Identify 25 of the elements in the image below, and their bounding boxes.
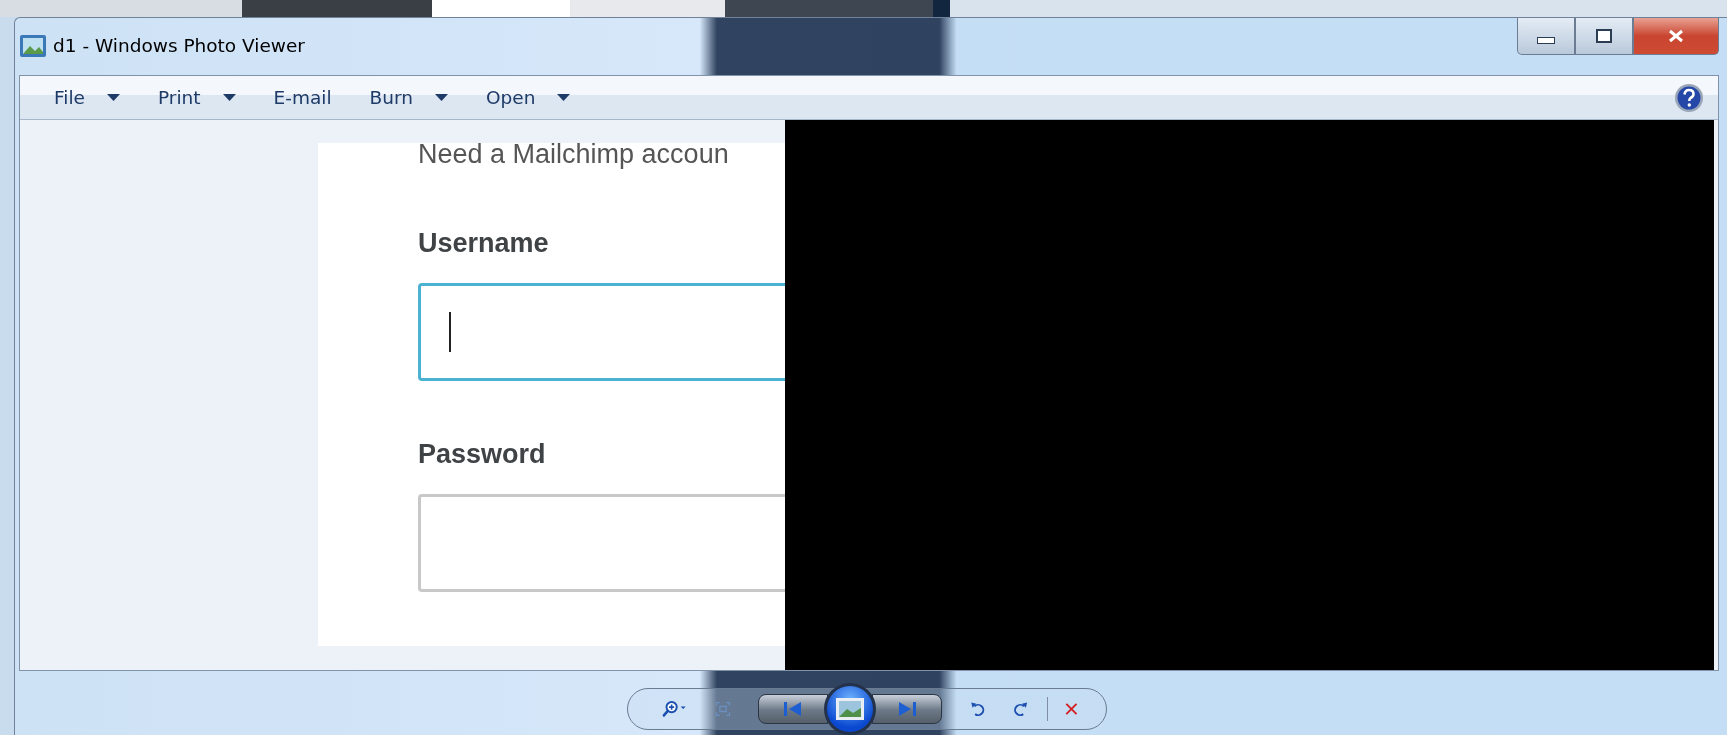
menu-item[interactable]: Burn xyxy=(369,87,448,108)
previous-icon xyxy=(782,701,803,717)
close-button[interactable] xyxy=(1633,18,1719,55)
previous-button[interactable] xyxy=(757,694,828,724)
photo-viewer-icon xyxy=(19,33,47,58)
menu-item[interactable]: Open xyxy=(486,87,571,108)
field-label: Username xyxy=(418,228,550,259)
image-icon xyxy=(834,697,865,721)
caret-icon xyxy=(106,93,120,102)
close-icon xyxy=(1667,29,1685,43)
menu-item[interactable]: File xyxy=(54,87,120,108)
maximize-button[interactable] xyxy=(1575,18,1633,55)
window-title: d1 - Windows Photo Viewer xyxy=(53,35,305,56)
intro-text: Need a Mailchimp accoun xyxy=(418,143,730,170)
next-icon xyxy=(896,701,917,717)
help-icon[interactable] xyxy=(1674,82,1704,113)
field-label: Password xyxy=(418,439,547,470)
slideshow-button[interactable] xyxy=(823,683,876,735)
caret-icon xyxy=(557,93,571,102)
minimize-button[interactable] xyxy=(1517,18,1575,55)
next-button[interactable] xyxy=(871,694,942,724)
menu-item[interactable]: Print xyxy=(157,87,236,108)
caret-icon xyxy=(435,93,448,102)
menu-item[interactable]: E-mail xyxy=(273,87,332,108)
caret-icon xyxy=(222,93,236,102)
